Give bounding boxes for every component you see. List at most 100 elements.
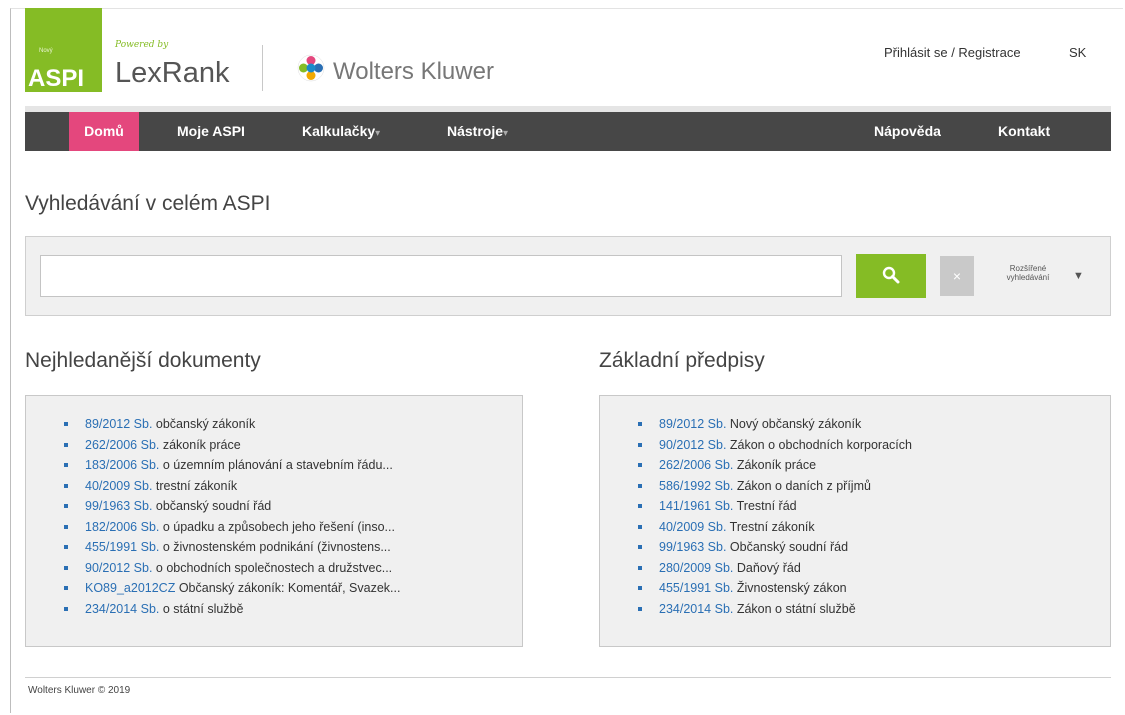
dropdown-caret-icon: ▾ (375, 128, 381, 139)
document-link[interactable]: 40/2009 Sb. (659, 520, 726, 534)
basic-regulations-list: 89/2012 Sb. Nový občanský zákoník 90/201… (638, 414, 912, 619)
nav-item-home[interactable]: Domů (69, 112, 139, 151)
document-title: o živnostenském podnikání (živnostens... (159, 540, 391, 554)
list-item: 455/1991 Sb. Živnostenský zákon (638, 578, 912, 599)
document-title: Zákon o daních z příjmů (733, 478, 871, 493)
bullet-icon (64, 483, 68, 488)
list-item: 234/2014 Sb. o státní službě (64, 599, 400, 620)
document-link[interactable]: 90/2012 Sb. (85, 561, 152, 575)
document-link[interactable]: 141/1961 Sb. (659, 499, 733, 513)
login-register-link[interactable]: Přihlásit se / Registrace (884, 45, 1021, 60)
nav-item-label: Moje ASPI (177, 123, 245, 139)
nav-item-label: Nástroje (447, 123, 504, 139)
bullet-icon (638, 545, 642, 549)
bullet-icon (64, 524, 68, 529)
nav-item-label: Kalkulačky (302, 123, 376, 139)
bullet-icon (64, 545, 68, 549)
nav-item-calculators[interactable]: Kalkulačky▾ (302, 112, 380, 151)
bullet-icon (64, 565, 68, 570)
document-link[interactable]: 234/2014 Sb. (659, 602, 733, 616)
document-link[interactable]: 262/2006 Sb. (659, 458, 733, 472)
document-title: Trestní řád (733, 499, 797, 513)
document-link[interactable]: KO89_a2012CZ (85, 581, 175, 595)
header-divider (262, 45, 263, 91)
bullet-icon (64, 422, 68, 426)
document-title: o obchodních společnostech a družstvec..… (152, 560, 393, 575)
document-link[interactable]: 234/2014 Sb. (85, 602, 159, 616)
search-button[interactable] (856, 254, 926, 298)
list-item: 262/2006 Sb. Zákoník práce (638, 455, 912, 476)
popular-documents-title: Nejhledanější dokumenty (25, 349, 261, 372)
document-link[interactable]: 99/1963 Sb. (659, 540, 726, 554)
bullet-icon (64, 442, 68, 447)
bullet-icon (638, 524, 642, 529)
list-item: 141/1961 Sb. Trestní řád (638, 496, 912, 517)
powered-by-text: Powered by (115, 40, 169, 50)
popular-documents-list: 89/2012 Sb. občanský zákoník 262/2006 Sb… (64, 414, 400, 619)
dropdown-caret-icon: ▾ (503, 128, 509, 139)
nav-item-contact[interactable]: Kontakt (998, 112, 1050, 151)
list-item: 586/1992 Sb. Zákon o daních z příjmů (638, 476, 912, 497)
list-item: 90/2012 Sb. Zákon o obchodních korporací… (638, 435, 912, 456)
language-switch-link[interactable]: SK (1069, 45, 1086, 60)
document-link[interactable]: 455/1991 Sb. (85, 540, 159, 554)
document-title: Občanský zákoník: Komentář, Svazek... (175, 581, 401, 595)
advanced-search-label-line2: vyhledávání (1006, 273, 1050, 282)
list-item: 183/2006 Sb. o územním plánování a stave… (64, 455, 400, 476)
nav-item-help[interactable]: Nápověda (874, 112, 941, 151)
document-link[interactable]: 89/2012 Sb. (85, 417, 152, 431)
document-link[interactable]: 99/1963 Sb. (85, 499, 152, 513)
document-title: občanský soudní řád (152, 499, 272, 513)
bullet-icon (64, 463, 68, 467)
nav-item-tools[interactable]: Nástroje▾ (447, 112, 508, 151)
bullet-icon (638, 422, 642, 426)
list-item: 89/2012 Sb. občanský zákoník (64, 414, 400, 435)
list-item: 99/1963 Sb. Občanský soudní řád (638, 537, 912, 558)
document-title: občanský zákoník (152, 417, 256, 431)
basic-regulations-box: 89/2012 Sb. Nový občanský zákoník 90/201… (599, 395, 1111, 647)
list-item: 262/2006 Sb. zákoník práce (64, 435, 400, 456)
document-link[interactable]: 455/1991 Sb. (659, 581, 733, 595)
document-title: trestní zákoník (152, 478, 238, 493)
document-title: Zákoník práce (733, 458, 817, 472)
footer-divider (25, 677, 1111, 678)
nav-item-label: Kontakt (998, 123, 1051, 139)
document-title: Zákon o obchodních korporacích (726, 437, 912, 452)
document-title: o úpadku a způsobech jeho řešení (inso..… (159, 519, 395, 534)
document-link[interactable]: 586/1992 Sb. (659, 479, 733, 493)
document-title: Trestní zákoník (726, 519, 815, 534)
logo-small-text: Nový (39, 48, 53, 54)
nav-item-label: Nápověda (874, 123, 941, 139)
lexrank-logo-text: LexRank (115, 57, 230, 89)
popular-documents-box: 89/2012 Sb. občanský zákoník 262/2006 Sb… (25, 395, 523, 647)
nav-item-my-aspi[interactable]: Moje ASPI (177, 112, 245, 151)
document-title: zákoník práce (159, 437, 241, 452)
bullet-icon (638, 504, 642, 508)
document-link[interactable]: 182/2006 Sb. (85, 520, 159, 534)
wolters-kluwer-logo-icon (297, 54, 325, 82)
document-title: Zákon o státní službě (733, 601, 856, 616)
bullet-icon (638, 463, 642, 467)
document-title: Daňový řád (733, 560, 801, 575)
document-link[interactable]: 262/2006 Sb. (85, 438, 159, 452)
bullet-icon (638, 483, 642, 488)
advanced-search-label-line1: Rozšířené (1009, 264, 1047, 273)
search-input[interactable] (40, 255, 842, 297)
bullet-icon (64, 504, 68, 508)
document-title: Občanský soudní řád (726, 540, 849, 554)
clear-search-button[interactable]: × (940, 256, 974, 296)
document-link[interactable]: 90/2012 Sb. (659, 438, 726, 452)
footer-copyright: Wolters Kluwer © 2019 (28, 685, 131, 696)
document-link[interactable]: 183/2006 Sb. (85, 458, 159, 472)
document-link[interactable]: 280/2009 Sb. (659, 561, 733, 575)
search-icon (882, 266, 900, 283)
bullet-icon (64, 606, 68, 611)
advanced-search-link[interactable]: Rozšířené vyhledávání (996, 264, 1060, 282)
list-item: 40/2009 Sb. Trestní zákoník (638, 517, 912, 538)
list-item: 234/2014 Sb. Zákon o státní službě (638, 599, 912, 620)
search-section-title: Vyhledávání v celém ASPI (25, 192, 271, 215)
document-title: Nový občanský zákoník (726, 417, 862, 431)
document-link[interactable]: 89/2012 Sb. (659, 417, 726, 431)
chevron-down-icon[interactable]: ▼ (1073, 270, 1084, 282)
document-link[interactable]: 40/2009 Sb. (85, 479, 152, 493)
